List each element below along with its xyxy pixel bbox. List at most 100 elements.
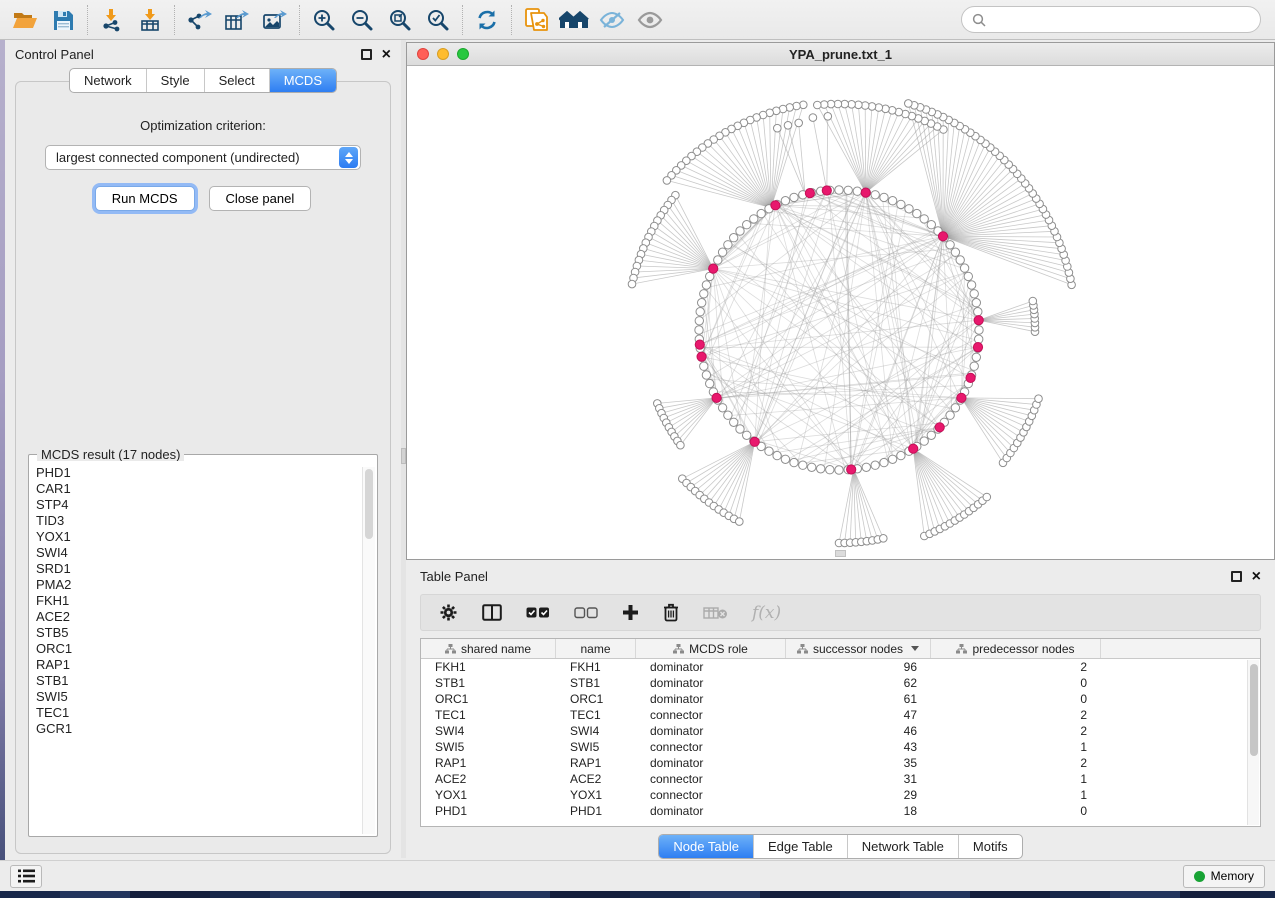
hide-selected-button[interactable] xyxy=(593,3,631,37)
table-row[interactable]: SWI4SWI4dominator462 xyxy=(421,723,1260,739)
table-tab-network-table[interactable]: Network Table xyxy=(847,835,958,858)
export-image-button[interactable] xyxy=(256,3,294,37)
tab-mcds[interactable]: MCDS xyxy=(269,69,336,92)
save-session-button[interactable] xyxy=(44,3,82,37)
zoom-in-button[interactable] xyxy=(305,3,343,37)
mcds-result-list[interactable]: PHD1CAR1STP4TID3YOX1SWI4SRD1PMA2FKH1ACE2… xyxy=(30,461,376,835)
run-mcds-button[interactable]: Run MCDS xyxy=(95,186,195,211)
result-node-item[interactable]: CAR1 xyxy=(36,481,376,497)
zoom-out-button[interactable] xyxy=(343,3,381,37)
column-header-name[interactable]: name xyxy=(556,639,636,658)
node xyxy=(743,431,751,439)
result-node-item[interactable]: ACE2 xyxy=(36,609,376,625)
table-tab-edge-table[interactable]: Edge Table xyxy=(753,835,847,858)
node xyxy=(826,466,834,474)
table-scrollbar[interactable] xyxy=(1247,660,1259,825)
deselect-all-button[interactable] xyxy=(574,607,598,619)
result-node-item[interactable]: SWI5 xyxy=(36,689,376,705)
table-scrollbar-thumb[interactable] xyxy=(1250,664,1258,756)
table-tab-motifs[interactable]: Motifs xyxy=(958,835,1022,858)
table-cell: connector xyxy=(636,772,786,786)
export-network-button[interactable] xyxy=(180,3,218,37)
table-row[interactable]: SWI5SWI5connector431 xyxy=(421,739,1260,755)
first-neighbors-button[interactable] xyxy=(555,3,593,37)
network-window-titlebar[interactable]: YPA_prune.txt_1 xyxy=(407,43,1274,66)
result-node-item[interactable]: SRD1 xyxy=(36,561,376,577)
close-panel-icon[interactable]: × xyxy=(382,49,391,60)
column-header-MCDS-role[interactable]: MCDS role xyxy=(636,639,786,658)
function-builder-button[interactable]: f(x) xyxy=(752,603,781,623)
copy-network-button[interactable] xyxy=(517,3,555,37)
tab-style[interactable]: Style xyxy=(146,69,204,92)
show-all-button[interactable] xyxy=(631,3,669,37)
column-header-shared-name[interactable]: shared name xyxy=(421,639,556,658)
network-canvas[interactable] xyxy=(407,66,1274,559)
memory-button[interactable]: Memory xyxy=(1183,865,1265,888)
result-node-item[interactable]: GCR1 xyxy=(36,721,376,737)
criterion-dropdown[interactable]: largest connected component (undirected) xyxy=(45,145,361,170)
table-panel-header: Table Panel × xyxy=(406,562,1275,590)
table-tab-node-table[interactable]: Node Table xyxy=(659,835,753,858)
column-header-successor-nodes[interactable]: successor nodes xyxy=(786,639,931,658)
result-scrollbar-thumb[interactable] xyxy=(365,469,373,539)
split-view-button[interactable] xyxy=(482,604,502,621)
tab-network[interactable]: Network xyxy=(70,69,146,92)
table-row[interactable]: RAP1RAP1dominator352 xyxy=(421,755,1260,771)
delete-table-button[interactable] xyxy=(703,606,728,620)
float-table-panel-icon[interactable] xyxy=(1231,571,1242,582)
close-panel-button[interactable]: Close panel xyxy=(209,186,312,211)
table-cell: SWI5 xyxy=(556,740,636,754)
table-row[interactable]: STB1STB1dominator620 xyxy=(421,675,1260,691)
close-table-panel-icon[interactable]: × xyxy=(1252,571,1261,582)
result-node-item[interactable]: STB5 xyxy=(36,625,376,641)
result-node-item[interactable]: FKH1 xyxy=(36,593,376,609)
table-settings-button[interactable] xyxy=(439,603,458,622)
search-field[interactable] xyxy=(961,6,1261,33)
splitter-handle[interactable] xyxy=(401,448,406,464)
result-node-item[interactable]: ORC1 xyxy=(36,641,376,657)
table-cell: ACE2 xyxy=(421,772,556,786)
select-all-button[interactable] xyxy=(526,607,550,619)
result-node-item[interactable]: STB1 xyxy=(36,673,376,689)
float-panel-icon[interactable] xyxy=(361,49,372,60)
node xyxy=(809,114,817,122)
open-file-button[interactable] xyxy=(6,3,44,37)
result-node-item[interactable]: SWI4 xyxy=(36,545,376,561)
result-scrollbar[interactable] xyxy=(362,467,375,834)
search-input[interactable] xyxy=(992,12,1250,27)
result-node-item[interactable]: PHD1 xyxy=(36,465,376,481)
table-body: FKH1FKH1dominator962STB1STB1dominator620… xyxy=(421,659,1260,819)
table-cell: dominator xyxy=(636,676,786,690)
zoom-selected-button[interactable] xyxy=(419,3,457,37)
delete-column-button[interactable] xyxy=(663,603,679,622)
node xyxy=(1029,297,1037,305)
result-node-item[interactable]: YOX1 xyxy=(36,529,376,545)
canvas-grip[interactable] xyxy=(835,550,846,557)
table-header-row: shared namenameMCDS rolesuccessor nodesp… xyxy=(421,639,1260,659)
table-row[interactable]: ORC1ORC1dominator610 xyxy=(421,691,1260,707)
export-table-button[interactable] xyxy=(218,3,256,37)
node xyxy=(956,256,964,264)
tab-select[interactable]: Select xyxy=(204,69,269,92)
result-node-item[interactable]: PMA2 xyxy=(36,577,376,593)
table-row[interactable]: ACE2ACE2connector311 xyxy=(421,771,1260,787)
table-row[interactable]: FKH1FKH1dominator962 xyxy=(421,659,1260,675)
panel-splitter[interactable] xyxy=(401,40,406,858)
result-node-item[interactable]: STP4 xyxy=(36,497,376,513)
column-header-predecessor-nodes[interactable]: predecessor nodes xyxy=(931,639,1101,658)
zoom-fit-button[interactable] xyxy=(381,3,419,37)
refresh-button[interactable] xyxy=(468,3,506,37)
edge xyxy=(771,109,783,208)
result-node-item[interactable]: RAP1 xyxy=(36,657,376,673)
add-column-button[interactable] xyxy=(622,604,639,621)
result-node-item[interactable]: TID3 xyxy=(36,513,376,529)
import-network-button[interactable] xyxy=(93,3,131,37)
result-node-item[interactable]: TEC1 xyxy=(36,705,376,721)
node xyxy=(765,447,773,455)
table-row[interactable]: PHD1PHD1dominator180 xyxy=(421,803,1260,819)
edge xyxy=(913,449,955,521)
table-row[interactable]: YOX1YOX1connector291 xyxy=(421,787,1260,803)
task-history-button[interactable] xyxy=(10,865,42,888)
table-row[interactable]: TEC1TEC1connector472 xyxy=(421,707,1260,723)
import-table-button[interactable] xyxy=(131,3,169,37)
